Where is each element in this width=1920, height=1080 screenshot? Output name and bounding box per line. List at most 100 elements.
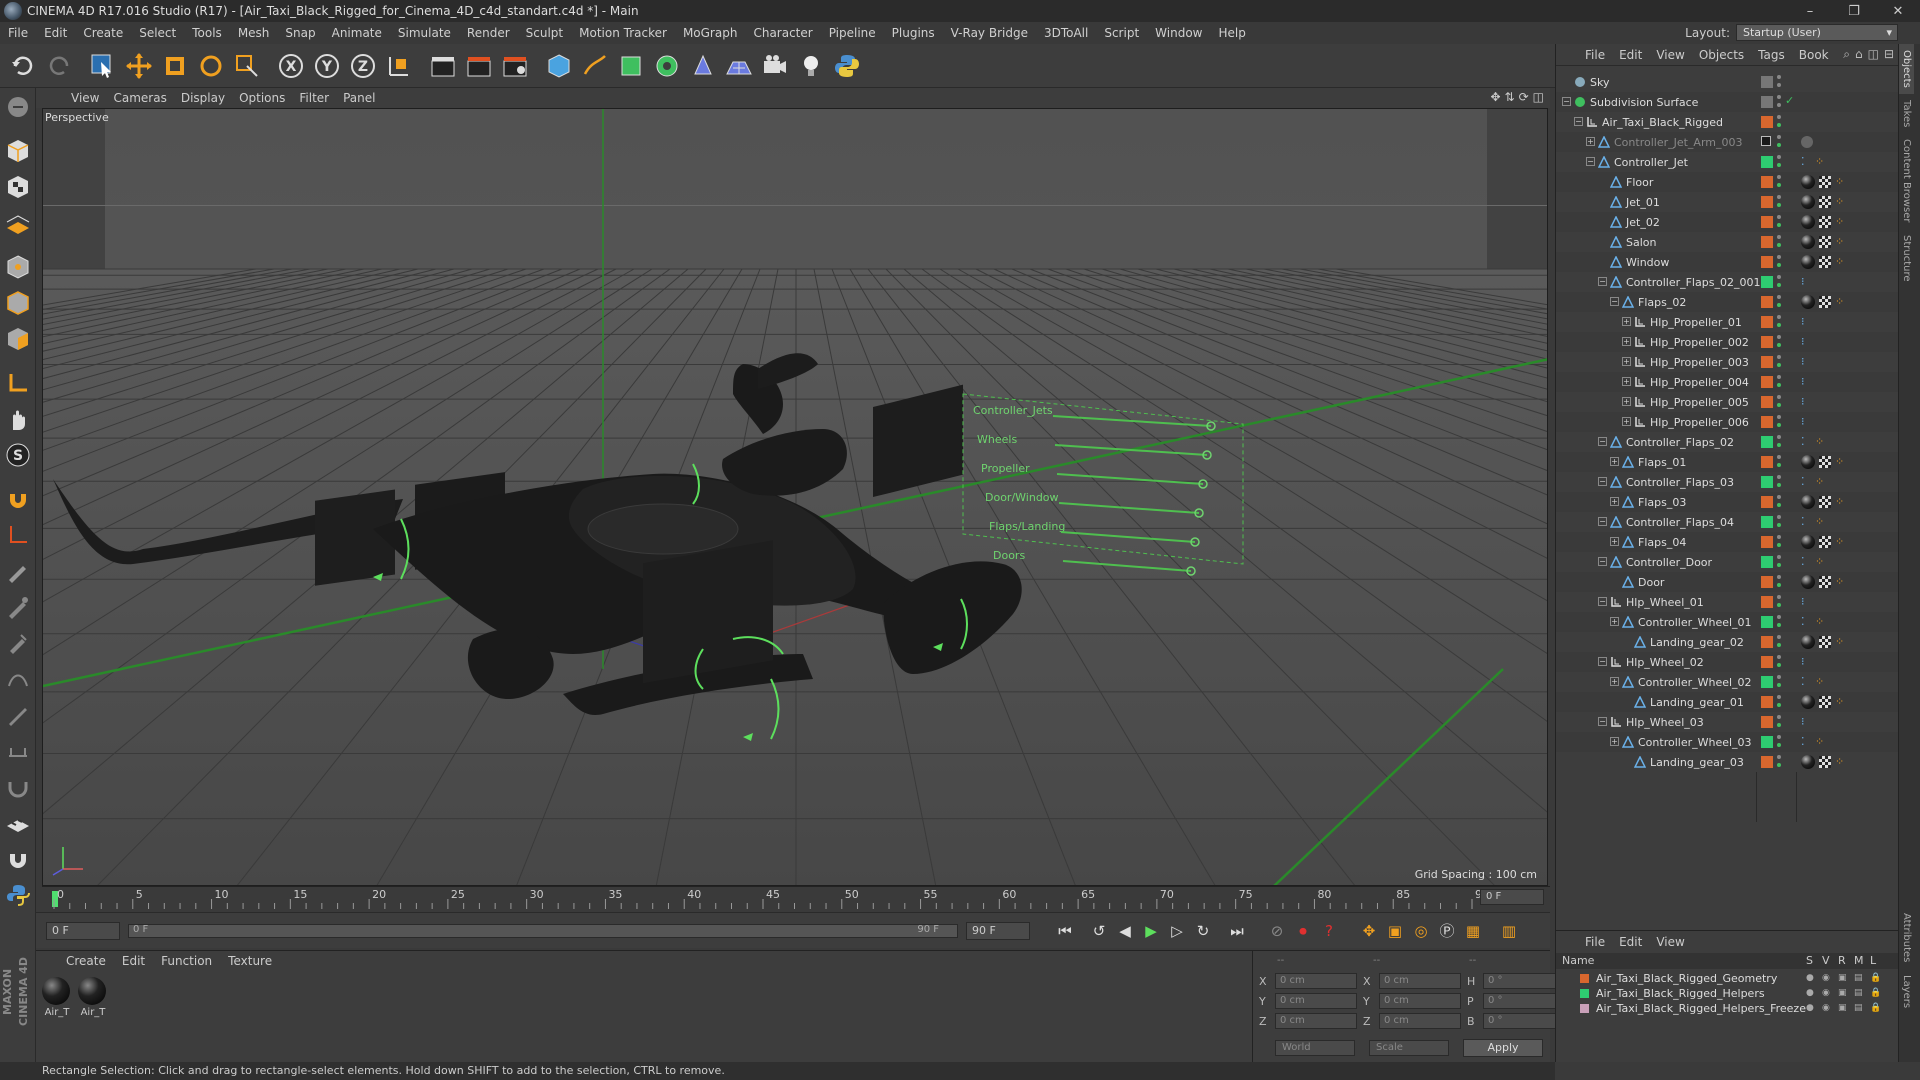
editor-visibility-dot[interactable] bbox=[1777, 135, 1781, 139]
object-name[interactable]: Air_Taxi_Black_Rigged bbox=[1602, 116, 1723, 129]
object-row[interactable]: + Hlp_Propeller_004 ⁝ bbox=[1556, 372, 1901, 392]
xpresso-tag-icon[interactable]: ⁘ bbox=[1835, 756, 1847, 768]
timeline-window-button[interactable]: ▥ bbox=[1496, 918, 1522, 944]
key-scale-button[interactable]: ▣ bbox=[1382, 918, 1408, 944]
layer-color-swatch[interactable] bbox=[1761, 256, 1773, 268]
object-row[interactable]: − Subdivision Surface ✓ bbox=[1556, 92, 1901, 112]
layer-header-col[interactable]: V bbox=[1822, 954, 1830, 967]
object-menu-edit[interactable]: Edit bbox=[1612, 48, 1649, 62]
menu-mesh[interactable]: Mesh bbox=[230, 26, 278, 40]
viewport-camera-label[interactable]: Perspective bbox=[45, 111, 109, 124]
render-icon[interactable]: ▣ bbox=[1838, 986, 1847, 1001]
editor-visibility-dot[interactable] bbox=[1777, 635, 1781, 639]
render-visibility-dot[interactable] bbox=[1777, 683, 1781, 687]
render-visibility-dot[interactable] bbox=[1777, 563, 1781, 567]
expand-icon[interactable]: + bbox=[1586, 137, 1595, 146]
render-visibility-dot[interactable] bbox=[1777, 623, 1781, 627]
editor-visibility-dot[interactable] bbox=[1777, 315, 1781, 319]
render-visibility-dot[interactable] bbox=[1777, 263, 1781, 267]
layer-color-swatch[interactable] bbox=[1761, 176, 1773, 188]
material-tag-icon[interactable] bbox=[1801, 175, 1815, 189]
render-visibility-dot[interactable] bbox=[1777, 363, 1781, 367]
side-tab-objects[interactable]: Objects bbox=[1899, 44, 1914, 94]
maximize-button[interactable]: ❐ bbox=[1832, 0, 1876, 22]
object-row[interactable]: + Controller_Jet_Arm_003 bbox=[1556, 132, 1901, 152]
render-visibility-dot[interactable] bbox=[1777, 663, 1781, 667]
autokey-button[interactable]: ? bbox=[1316, 918, 1342, 944]
object-name[interactable]: Subdivision Surface bbox=[1590, 96, 1698, 109]
render-visibility-dot[interactable] bbox=[1777, 583, 1781, 587]
material-tag-icon[interactable] bbox=[1801, 495, 1815, 509]
object-name[interactable]: Controller_Wheel_02 bbox=[1638, 676, 1752, 689]
end-frame-field[interactable]: 90 F bbox=[966, 921, 1030, 940]
move-tool-button[interactable] bbox=[122, 49, 156, 83]
editor-visibility-dot[interactable] bbox=[1777, 555, 1781, 559]
selection-tag-icon[interactable]: ⁝ bbox=[1801, 656, 1813, 668]
menu-help[interactable]: Help bbox=[1210, 26, 1253, 40]
camera-button[interactable] bbox=[758, 49, 792, 83]
editor-visibility-dot[interactable] bbox=[1777, 415, 1781, 419]
uvw-tag-icon[interactable] bbox=[1819, 216, 1831, 228]
layer-menu-edit[interactable]: Edit bbox=[1612, 935, 1649, 949]
object-name[interactable]: Controller_Flaps_04 bbox=[1626, 516, 1734, 529]
snapping-button[interactable]: S bbox=[1, 438, 35, 472]
expand-icon[interactable]: + bbox=[1622, 417, 1631, 426]
render-visibility-dot[interactable] bbox=[1777, 283, 1781, 287]
render-visibility-dot[interactable] bbox=[1777, 243, 1781, 247]
layer-color-swatch[interactable] bbox=[1761, 416, 1773, 428]
axis-mode-button[interactable] bbox=[1, 366, 35, 400]
object-row[interactable]: − Controller_Door ⁚ ⁘ bbox=[1556, 552, 1901, 572]
collapse-icon[interactable]: − bbox=[1574, 117, 1583, 126]
live-selection-button[interactable] bbox=[86, 49, 120, 83]
object-row[interactable]: − Hlp_Wheel_02 ⁝ bbox=[1556, 652, 1901, 672]
display-tag-icon[interactable] bbox=[1801, 136, 1813, 148]
magnet-tool-button[interactable] bbox=[1, 770, 35, 804]
render-visibility-dot[interactable] bbox=[1777, 223, 1781, 227]
layer-color-swatch[interactable] bbox=[1761, 616, 1773, 628]
layer-color-swatch[interactable] bbox=[1761, 516, 1773, 528]
menu-v-ray-bridge[interactable]: V-Ray Bridge bbox=[943, 26, 1036, 40]
object-name[interactable]: Flaps_04 bbox=[1638, 536, 1686, 549]
zoom-view-icon[interactable]: ⇅ bbox=[1505, 90, 1515, 104]
minimize-button[interactable]: – bbox=[1788, 0, 1832, 22]
rotation-field[interactable]: 0 ° bbox=[1483, 973, 1565, 989]
object-row[interactable]: Landing_gear_02 ⁘ bbox=[1556, 632, 1901, 652]
uvw-tag-icon[interactable] bbox=[1819, 236, 1831, 248]
layer-color-swatch[interactable] bbox=[1761, 436, 1773, 448]
render-visibility-dot[interactable] bbox=[1777, 503, 1781, 507]
object-menu-tags[interactable]: Tags bbox=[1751, 48, 1792, 62]
editor-visibility-dot[interactable] bbox=[1777, 535, 1781, 539]
selection-tag-icon[interactable]: ⁝ bbox=[1801, 716, 1813, 728]
close-button[interactable]: ✕ bbox=[1876, 0, 1920, 22]
scale-tool-button[interactable] bbox=[158, 49, 192, 83]
layer-color-swatch[interactable] bbox=[1761, 376, 1773, 388]
collapse-icon[interactable]: − bbox=[1598, 437, 1607, 446]
material-tag-icon[interactable] bbox=[1801, 215, 1815, 229]
layer-row[interactable]: Air_Taxi_Black_Rigged_Helpers_Freeze ● ◉ ▣ ▤… bbox=[1556, 1001, 1901, 1016]
xpresso-tag-icon[interactable]: ⁘ bbox=[1815, 676, 1827, 688]
xpresso-tag-icon[interactable]: ⁘ bbox=[1835, 496, 1847, 508]
menu-plugins[interactable]: Plugins bbox=[884, 26, 943, 40]
object-row[interactable]: − Controller_Flaps_02_001 ⁝ bbox=[1556, 272, 1901, 292]
position-field[interactable]: 0 cm bbox=[1275, 973, 1357, 989]
object-name[interactable]: Hlp_Propeller_004 bbox=[1650, 376, 1749, 389]
object-row[interactable]: − Controller_Flaps_04 ⁚ ⁘ bbox=[1556, 512, 1901, 532]
menu-sculpt[interactable]: Sculpt bbox=[518, 26, 571, 40]
layer-color-swatch[interactable] bbox=[1580, 1004, 1589, 1013]
object-name[interactable]: Controller_Flaps_02_001 bbox=[1626, 276, 1760, 289]
menu-create[interactable]: Create bbox=[75, 26, 131, 40]
xpresso-tag-icon[interactable]: ⁘ bbox=[1835, 576, 1847, 588]
toggle-views-icon[interactable]: ◫ bbox=[1533, 90, 1544, 104]
menu-motion-tracker[interactable]: Motion Tracker bbox=[571, 26, 675, 40]
render-visibility-dot[interactable] bbox=[1777, 163, 1781, 167]
expand-icon[interactable]: + bbox=[1622, 317, 1631, 326]
object-menu-file[interactable]: File bbox=[1578, 48, 1612, 62]
object-row[interactable]: + Hlp_Propeller_006 ⁝ bbox=[1556, 412, 1901, 432]
magnet-snap-button[interactable] bbox=[1, 842, 35, 876]
render-icon[interactable]: ▣ bbox=[1838, 1001, 1847, 1016]
layer-name[interactable]: Air_Taxi_Black_Rigged_Helpers bbox=[1596, 986, 1765, 1001]
cube-button[interactable] bbox=[542, 49, 576, 83]
object-name[interactable]: Hlp_Wheel_01 bbox=[1626, 596, 1704, 609]
editor-visibility-dot[interactable] bbox=[1777, 435, 1781, 439]
lock-icon[interactable]: 🔒 bbox=[1870, 1001, 1881, 1016]
